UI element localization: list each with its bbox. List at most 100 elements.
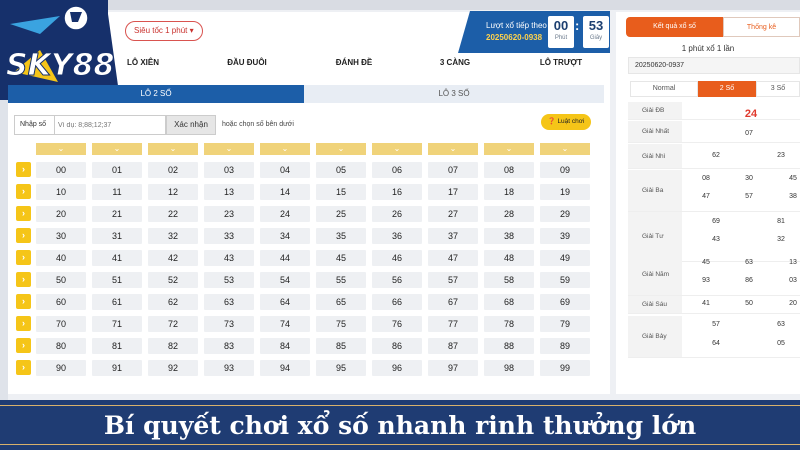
number-cell[interactable]: 63 bbox=[204, 294, 254, 310]
number-cell[interactable]: 99 bbox=[540, 360, 590, 376]
number-cell[interactable]: 36 bbox=[372, 228, 422, 244]
column-select-09[interactable]: ⌄ bbox=[540, 143, 590, 155]
number-cell[interactable]: 64 bbox=[260, 294, 310, 310]
number-cell[interactable]: 57 bbox=[428, 272, 478, 288]
number-cell[interactable]: 38 bbox=[484, 228, 534, 244]
mode-2-so[interactable]: 2 Số bbox=[698, 81, 756, 97]
results-draw-id[interactable]: 20250620-0937 bbox=[628, 57, 800, 74]
number-cell[interactable]: 54 bbox=[260, 272, 310, 288]
tab-lo-xien[interactable]: LÔ XIÊN bbox=[127, 58, 159, 67]
number-cell[interactable]: 26 bbox=[372, 206, 422, 222]
tab-lo-truot[interactable]: LÔ TRƯỢT bbox=[540, 58, 582, 67]
speed-select[interactable]: Siêu tốc 1 phút ▾ bbox=[125, 21, 203, 41]
confirm-button[interactable]: Xác nhận bbox=[166, 115, 216, 135]
number-cell[interactable]: 87 bbox=[428, 338, 478, 354]
column-select-04[interactable]: ⌄ bbox=[260, 143, 310, 155]
mode-normal[interactable]: Normal bbox=[630, 81, 698, 97]
number-cell[interactable]: 85 bbox=[316, 338, 366, 354]
row-select-arrow[interactable]: › bbox=[16, 338, 31, 353]
number-cell[interactable]: 30 bbox=[36, 228, 86, 244]
number-cell[interactable]: 69 bbox=[540, 294, 590, 310]
number-cell[interactable]: 60 bbox=[36, 294, 86, 310]
number-cell[interactable]: 43 bbox=[204, 250, 254, 266]
tab-lo-3-so[interactable]: LÔ 3 SỐ bbox=[304, 85, 604, 103]
column-select-00[interactable]: ⌄ bbox=[36, 143, 86, 155]
number-cell[interactable]: 09 bbox=[540, 162, 590, 178]
number-cell[interactable]: 27 bbox=[428, 206, 478, 222]
number-cell[interactable]: 81 bbox=[92, 338, 142, 354]
number-cell[interactable]: 35 bbox=[316, 228, 366, 244]
number-cell[interactable]: 18 bbox=[484, 184, 534, 200]
number-cell[interactable]: 12 bbox=[148, 184, 198, 200]
number-cell[interactable]: 15 bbox=[316, 184, 366, 200]
number-cell[interactable]: 79 bbox=[540, 316, 590, 332]
number-cell[interactable]: 11 bbox=[92, 184, 142, 200]
number-cell[interactable]: 89 bbox=[540, 338, 590, 354]
number-cell[interactable]: 62 bbox=[148, 294, 198, 310]
number-cell[interactable]: 39 bbox=[540, 228, 590, 244]
number-cell[interactable]: 42 bbox=[148, 250, 198, 266]
number-cell[interactable]: 37 bbox=[428, 228, 478, 244]
number-cell[interactable]: 29 bbox=[540, 206, 590, 222]
number-cell[interactable]: 56 bbox=[372, 272, 422, 288]
number-cell[interactable]: 49 bbox=[540, 250, 590, 266]
number-cell[interactable]: 98 bbox=[484, 360, 534, 376]
tab-dau-duoi[interactable]: ĐẦU ĐUÔI bbox=[227, 58, 267, 67]
rules-button[interactable]: ❓ Luật chơi bbox=[541, 114, 591, 130]
column-select-01[interactable]: ⌄ bbox=[92, 143, 142, 155]
number-cell[interactable]: 96 bbox=[372, 360, 422, 376]
number-cell[interactable]: 32 bbox=[148, 228, 198, 244]
number-cell[interactable]: 61 bbox=[92, 294, 142, 310]
number-cell[interactable]: 20 bbox=[36, 206, 86, 222]
number-cell[interactable]: 41 bbox=[92, 250, 142, 266]
number-cell[interactable]: 28 bbox=[484, 206, 534, 222]
number-cell[interactable]: 52 bbox=[148, 272, 198, 288]
column-select-08[interactable]: ⌄ bbox=[484, 143, 534, 155]
number-cell[interactable]: 45 bbox=[316, 250, 366, 266]
number-cell[interactable]: 02 bbox=[148, 162, 198, 178]
number-cell[interactable]: 73 bbox=[204, 316, 254, 332]
number-cell[interactable]: 05 bbox=[316, 162, 366, 178]
number-cell[interactable]: 94 bbox=[260, 360, 310, 376]
number-cell[interactable]: 17 bbox=[428, 184, 478, 200]
row-select-arrow[interactable]: › bbox=[16, 206, 31, 221]
number-cell[interactable]: 68 bbox=[484, 294, 534, 310]
number-cell[interactable]: 47 bbox=[428, 250, 478, 266]
number-cell[interactable]: 50 bbox=[36, 272, 86, 288]
tab-statistics[interactable]: Thống kê bbox=[723, 17, 800, 37]
number-cell[interactable]: 71 bbox=[92, 316, 142, 332]
number-input[interactable] bbox=[54, 115, 166, 135]
row-select-arrow[interactable]: › bbox=[16, 294, 31, 309]
row-select-arrow[interactable]: › bbox=[16, 360, 31, 375]
number-cell[interactable]: 67 bbox=[428, 294, 478, 310]
number-cell[interactable]: 06 bbox=[372, 162, 422, 178]
number-cell[interactable]: 97 bbox=[428, 360, 478, 376]
row-select-arrow[interactable]: › bbox=[16, 250, 31, 265]
tab-results[interactable]: Kết quả xổ số bbox=[626, 17, 723, 37]
tab-lo-2-so[interactable]: LÔ 2 SỐ bbox=[8, 85, 304, 103]
mode-3-so[interactable]: 3 Số bbox=[756, 81, 800, 97]
row-select-arrow[interactable]: › bbox=[16, 272, 31, 287]
number-cell[interactable]: 86 bbox=[372, 338, 422, 354]
number-cell[interactable]: 88 bbox=[484, 338, 534, 354]
number-cell[interactable]: 16 bbox=[372, 184, 422, 200]
number-cell[interactable]: 90 bbox=[36, 360, 86, 376]
number-cell[interactable]: 21 bbox=[92, 206, 142, 222]
number-cell[interactable]: 91 bbox=[92, 360, 142, 376]
column-select-05[interactable]: ⌄ bbox=[316, 143, 366, 155]
number-cell[interactable]: 70 bbox=[36, 316, 86, 332]
number-cell[interactable]: 82 bbox=[148, 338, 198, 354]
number-cell[interactable]: 19 bbox=[540, 184, 590, 200]
number-cell[interactable]: 01 bbox=[92, 162, 142, 178]
number-cell[interactable]: 58 bbox=[484, 272, 534, 288]
number-cell[interactable]: 25 bbox=[316, 206, 366, 222]
number-cell[interactable]: 53 bbox=[204, 272, 254, 288]
number-cell[interactable]: 10 bbox=[36, 184, 86, 200]
number-cell[interactable]: 31 bbox=[92, 228, 142, 244]
number-cell[interactable]: 65 bbox=[316, 294, 366, 310]
number-cell[interactable]: 44 bbox=[260, 250, 310, 266]
number-cell[interactable]: 51 bbox=[92, 272, 142, 288]
number-cell[interactable]: 80 bbox=[36, 338, 86, 354]
number-cell[interactable]: 92 bbox=[148, 360, 198, 376]
number-cell[interactable]: 55 bbox=[316, 272, 366, 288]
